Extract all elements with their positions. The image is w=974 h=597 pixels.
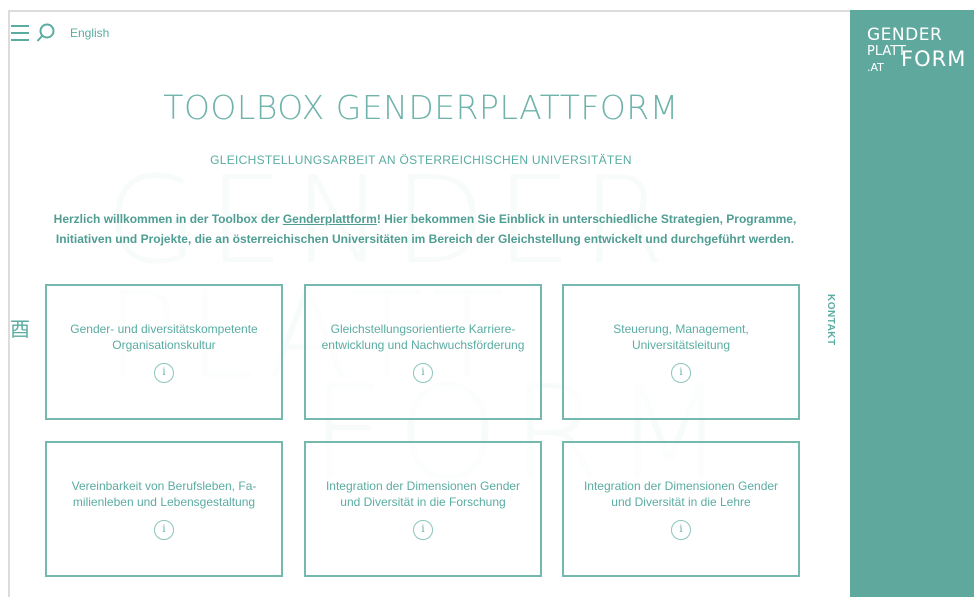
info-icon[interactable]: i — [154, 520, 174, 540]
kontakt-link[interactable]: KONTAKT — [825, 294, 836, 346]
search-icon[interactable] — [36, 23, 56, 43]
card-title: Steuerung, Management, Universitätsleitu… — [613, 322, 749, 352]
page-title: TOOLBOX GENDERPLATTFORM — [163, 88, 679, 127]
info-icon[interactable]: i — [671, 520, 691, 540]
card-title: Gleichstellungsorientierte Karriere-entw… — [321, 322, 525, 352]
side-tool-icon[interactable]: 酉 — [10, 313, 30, 342]
card-vereinbarkeit[interactable]: Vereinbarkeit von Berufsleben, Fa-milien… — [45, 441, 283, 577]
logo-line-4: FORM — [901, 47, 967, 71]
card-lehre[interactable]: Integration der Dimensionen Gender und D… — [562, 441, 800, 577]
card-title: Gender- und diversitätskompetente Organi… — [70, 322, 258, 352]
card-title: Integration der Dimensionen Gender und D… — [325, 479, 521, 509]
genderplattform-logo[interactable]: GENDER PLATT .AT FORM — [867, 25, 965, 74]
top-bar: English — [8, 18, 109, 48]
page-subtitle: GLEICHSTELLUNGSARBEIT AN ÖSTERREICHISCHE… — [210, 153, 632, 167]
info-icon[interactable]: i — [413, 363, 433, 383]
card-organisationskultur[interactable]: Gender- und diversitätskompetente Organi… — [45, 284, 283, 420]
card-karriereentwicklung[interactable]: Gleichstellungsorientierte Karriere-entw… — [304, 284, 542, 420]
info-icon[interactable]: i — [154, 363, 174, 383]
card-forschung[interactable]: Integration der Dimensionen Gender und D… — [304, 441, 542, 577]
logo-line-1: GENDER — [867, 25, 943, 45]
card-title: Vereinbarkeit von Berufsleben, Fa-milien… — [71, 479, 257, 509]
info-icon[interactable]: i — [671, 363, 691, 383]
intro-text: Herzlich willkommen in der Toolbox der G… — [40, 209, 810, 249]
intro-before: Herzlich willkommen in der Toolbox der — [53, 212, 283, 226]
logo-line-3: .AT — [867, 61, 884, 74]
info-icon[interactable]: i — [413, 520, 433, 540]
brand-sidebar: GENDER PLATT .AT FORM — [850, 10, 974, 597]
card-title: Integration der Dimensionen Gender und D… — [583, 479, 779, 509]
genderplattform-link[interactable]: Genderplattform — [283, 212, 377, 226]
menu-icon[interactable] — [11, 25, 29, 41]
language-switch[interactable]: English — [70, 26, 109, 40]
card-steuerung[interactable]: Steuerung, Management, Universitätsleitu… — [562, 284, 800, 420]
